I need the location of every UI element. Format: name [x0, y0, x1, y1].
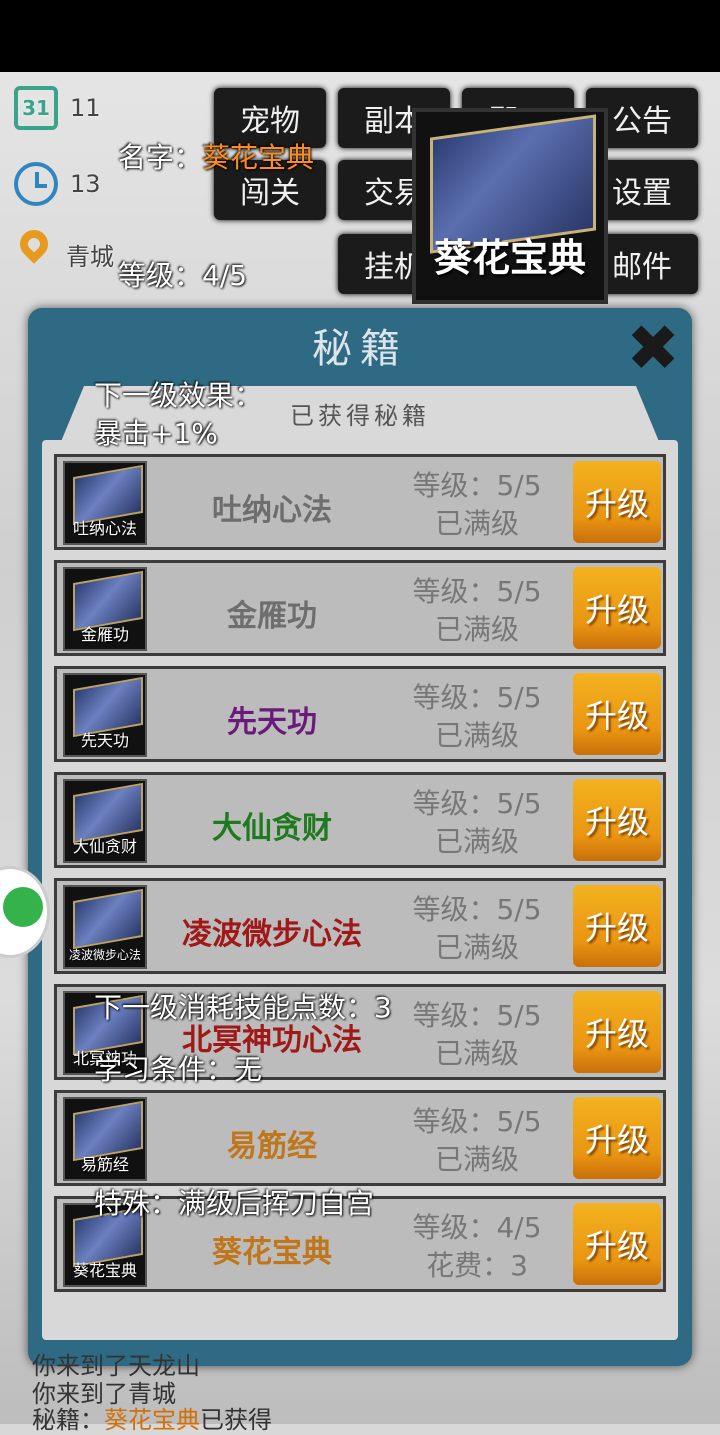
time-status: 13 [14, 162, 101, 206]
skill-name: 易筋经 [227, 1129, 317, 1164]
location-pin-icon [14, 230, 54, 278]
book-icon: 吐纳心法 [63, 461, 147, 545]
book-icon: 大仙贪财 [63, 779, 147, 863]
skill-row[interactable]: 吐纳心法 吐纳心法 等级：5/5 已满级 升级 [54, 454, 666, 550]
skill-name: 凌波微步心法 [182, 917, 362, 952]
upgrade-button[interactable]: 升级 [573, 461, 661, 543]
time-value: 13 [70, 170, 101, 198]
tooltip-special: 特殊：满级后挥刀自宫 [94, 1187, 375, 1220]
skill-level: 等级：5/5 已满级 [412, 469, 542, 540]
skill-level: 等级：5/5 已满级 [412, 1105, 542, 1176]
skill-row[interactable]: 大仙贪财 大仙贪财 等级：5/5 已满级 升级 [54, 772, 666, 868]
skill-level: 等级：5/5 已满级 [412, 575, 542, 646]
book-icon: 先天功 [63, 673, 147, 757]
upgrade-button[interactable]: 升级 [573, 1203, 661, 1285]
upgrade-button[interactable]: 升级 [573, 885, 661, 967]
tooltip-next-effect-value: 暴击+1% [94, 417, 218, 450]
tooltip-next-cost: 下一级消耗技能点数：3 [94, 991, 392, 1024]
skill-level: 等级：5/5 已满级 [412, 893, 542, 964]
tooltip-learn-condition: 学习条件：无 [94, 1053, 263, 1086]
alarm-clock-icon [14, 162, 58, 206]
upgrade-button[interactable]: 升级 [573, 673, 661, 755]
calendar-icon: 31 [14, 86, 58, 130]
skill-row[interactable]: 金雁功 金雁功 等级：5/5 已满级 升级 [54, 560, 666, 656]
skill-level: 等级：5/5 已满级 [412, 999, 542, 1070]
skill-row[interactable]: 先天功 先天功 等级：5/5 已满级 升级 [54, 666, 666, 762]
skill-name: 先天功 [227, 705, 317, 740]
tooltip-next-effect-label: 下一级效果： [94, 379, 263, 412]
skill-name: 金雁功 [227, 599, 317, 634]
upgrade-button[interactable]: 升级 [573, 991, 661, 1073]
upgrade-button[interactable]: 升级 [573, 567, 661, 649]
book-icon: 易筋经 [63, 1097, 147, 1181]
log-line: 秘籍：葵花宝典已获得 [32, 1406, 272, 1434]
skill-name: 吐纳心法 [212, 493, 332, 528]
day-value: 11 [70, 94, 101, 122]
skill-row[interactable]: 易筋经 易筋经 等级：5/5 已满级 升级 [54, 1090, 666, 1186]
skill-row[interactable]: 凌波微步心法 凌波微步心法 等级：5/5 已满级 升级 [54, 878, 666, 974]
skill-name: 大仙贪财 [212, 811, 332, 846]
upgrade-button[interactable]: 升级 [573, 1097, 661, 1179]
tooltip-level: 等级：4/5 [118, 259, 248, 292]
close-icon[interactable]: ✖ [622, 317, 684, 381]
tooltip-name: 名字：葵花宝典 [118, 141, 315, 174]
skill-level: 等级：5/5 已满级 [412, 787, 542, 858]
skill-name: 葵花宝典 [212, 1235, 332, 1270]
book-icon: 金雁功 [63, 567, 147, 651]
skill-level: 等级：4/5 花费：3 [412, 1211, 542, 1282]
date-status: 31 11 [14, 86, 101, 130]
top-status-bar [0, 0, 720, 72]
location-status: 青城 [14, 230, 114, 278]
book-icon: 凌波微步心法 [63, 885, 147, 969]
selected-book-icon: 葵花宝典 [412, 108, 608, 304]
panel-title: 秘籍 [312, 326, 408, 372]
location-value: 青城 [66, 242, 114, 271]
selected-book-label: 葵花宝典 [433, 235, 586, 280]
wechat-icon [3, 887, 43, 927]
upgrade-button[interactable]: 升级 [573, 779, 661, 861]
skill-level: 等级：5/5 已满级 [412, 681, 542, 752]
